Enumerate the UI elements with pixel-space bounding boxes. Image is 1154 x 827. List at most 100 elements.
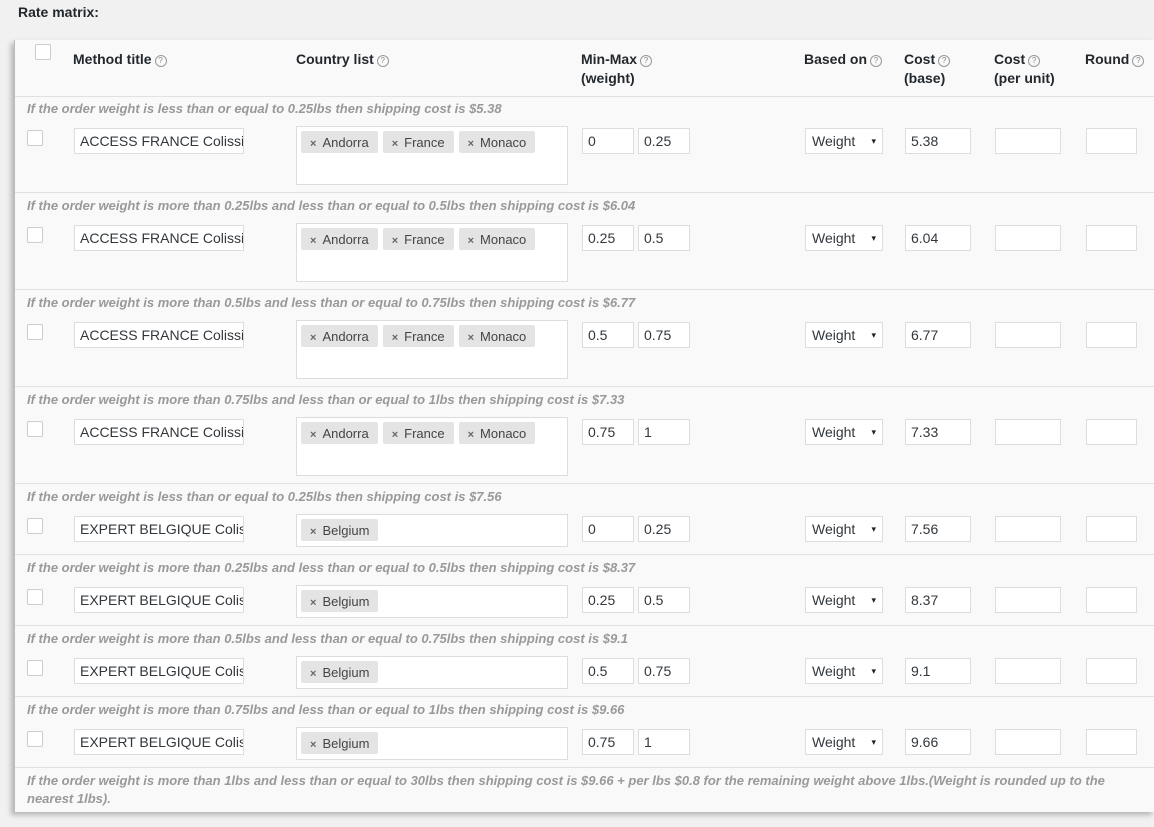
remove-chip-icon[interactable]: × [392,138,398,150]
method-title-input[interactable]: ACCESS FRANCE Colissimo [74,322,244,348]
cost-base-input[interactable]: 8.37 [905,587,971,613]
method-title-input[interactable]: ACCESS FRANCE Colissimo [74,225,244,251]
max-weight-input[interactable]: 1 [638,419,690,445]
help-icon[interactable]: ? [1132,55,1145,67]
country-select[interactable]: × Belgium [296,514,568,547]
country-select[interactable]: × Belgium [296,585,568,618]
min-weight-input[interactable]: 0 [582,516,634,542]
cost-base-input[interactable]: 7.33 [905,419,971,445]
country-chip: × France [382,325,454,347]
chevron-down-icon: ▾ [871,524,876,534]
help-icon[interactable]: ? [938,55,951,67]
round-input[interactable] [1086,225,1137,251]
cost-per-unit-input[interactable] [995,322,1061,348]
max-weight-input[interactable]: 0.25 [638,128,690,154]
country-chip-label: Andorra [322,329,369,344]
cost-per-unit-input[interactable] [995,419,1061,445]
remove-chip-icon[interactable]: × [392,235,398,247]
cost-per-unit-input[interactable] [995,225,1061,251]
remove-chip-icon[interactable]: × [310,668,316,680]
min-weight-input[interactable]: 0 [582,128,634,154]
row-checkbox[interactable] [27,130,43,146]
max-weight-input[interactable]: 0.75 [638,658,690,684]
min-weight-input[interactable]: 0.25 [582,587,634,613]
min-weight-input[interactable]: 0.5 [582,658,634,684]
row-checkbox[interactable] [27,589,43,605]
method-title-input[interactable]: EXPERT BELGIQUE Colissimo [74,587,244,613]
country-select[interactable]: × Andorra × France × Monaco [296,320,568,379]
help-icon[interactable]: ? [376,55,389,67]
cost-base-input[interactable]: 5.38 [905,128,971,154]
remove-chip-icon[interactable]: × [310,235,316,247]
method-title-input[interactable]: EXPERT BELGIQUE Colissimo [74,729,244,755]
cost-base-input[interactable]: 6.77 [905,322,971,348]
max-weight-input[interactable]: 0.75 [638,322,690,348]
cost-per-unit-input[interactable] [995,516,1061,542]
round-input[interactable] [1086,658,1137,684]
cost-per-unit-input[interactable] [995,729,1061,755]
round-input[interactable] [1086,322,1137,348]
remove-chip-icon[interactable]: × [310,138,316,150]
remove-chip-icon[interactable]: × [310,332,316,344]
country-select[interactable]: × Andorra × France × Monaco [296,417,568,476]
row-checkbox[interactable] [27,324,43,340]
based-on-select[interactable]: Weight ▾ [805,516,883,542]
round-input[interactable] [1086,516,1137,542]
based-on-select[interactable]: Weight ▾ [805,225,883,251]
remove-chip-icon[interactable]: × [392,429,398,441]
method-title-input[interactable]: ACCESS FRANCE Colissimo [74,128,244,154]
remove-chip-icon[interactable]: × [468,235,474,247]
remove-chip-icon[interactable]: × [468,138,474,150]
remove-chip-icon[interactable]: × [310,739,316,751]
cost-per-unit-input[interactable] [995,658,1061,684]
min-weight-input[interactable]: 0.25 [582,225,634,251]
based-on-select[interactable]: Weight ▾ [805,587,883,613]
remove-chip-icon[interactable]: × [310,429,316,441]
method-title-input[interactable]: EXPERT BELGIQUE Colissimo [74,658,244,684]
cost-base-input[interactable]: 6.04 [905,225,971,251]
remove-chip-icon[interactable]: × [310,526,316,538]
max-weight-input[interactable]: 0.5 [638,587,690,613]
remove-chip-icon[interactable]: × [468,332,474,344]
max-weight-input[interactable]: 0.5 [638,225,690,251]
cost-per-unit-input[interactable] [995,587,1061,613]
remove-chip-icon[interactable]: × [468,429,474,441]
cost-base-input[interactable]: 9.66 [905,729,971,755]
country-select[interactable]: × Andorra × France × Monaco [296,223,568,282]
based-on-select[interactable]: Weight ▾ [805,322,883,348]
country-select[interactable]: × Andorra × France × Monaco [296,126,568,185]
based-on-select[interactable]: Weight ▾ [805,658,883,684]
remove-chip-icon[interactable]: × [310,597,316,609]
help-icon[interactable]: ? [1028,55,1041,67]
based-on-select[interactable]: Weight ▾ [805,419,883,445]
help-icon[interactable]: ? [870,55,883,67]
row-checkbox[interactable] [27,518,43,534]
based-on-select[interactable]: Weight ▾ [805,729,883,755]
cost-base-input[interactable]: 9.1 [905,658,971,684]
based-on-select[interactable]: Weight ▾ [805,128,883,154]
max-weight-input[interactable]: 0.25 [638,516,690,542]
country-select[interactable]: × Belgium [296,656,568,689]
help-icon[interactable]: ? [640,55,652,67]
min-weight-input[interactable]: 0.75 [582,419,634,445]
max-weight-input[interactable]: 1 [638,729,690,755]
method-title-input[interactable]: EXPERT BELGIQUE Colissimo [74,516,244,542]
cost-per-unit-input[interactable] [995,128,1061,154]
help-icon[interactable]: ? [154,55,167,67]
remove-chip-icon[interactable]: × [392,332,398,344]
country-select[interactable]: × Belgium [296,727,568,760]
min-weight-input[interactable]: 0.75 [582,729,634,755]
row-checkbox[interactable] [27,731,43,747]
min-weight-input[interactable]: 0.5 [582,322,634,348]
round-input[interactable] [1086,729,1137,755]
row-checkbox[interactable] [27,227,43,243]
round-input[interactable] [1086,419,1137,445]
round-input[interactable] [1086,587,1137,613]
cost-base-input[interactable]: 7.56 [905,516,971,542]
select-all-checkbox[interactable] [35,44,51,60]
chevron-down-icon: ▾ [871,233,876,243]
row-checkbox[interactable] [27,421,43,437]
round-input[interactable] [1086,128,1137,154]
method-title-input[interactable]: ACCESS FRANCE Colissimo [74,419,244,445]
row-checkbox[interactable] [27,660,43,676]
